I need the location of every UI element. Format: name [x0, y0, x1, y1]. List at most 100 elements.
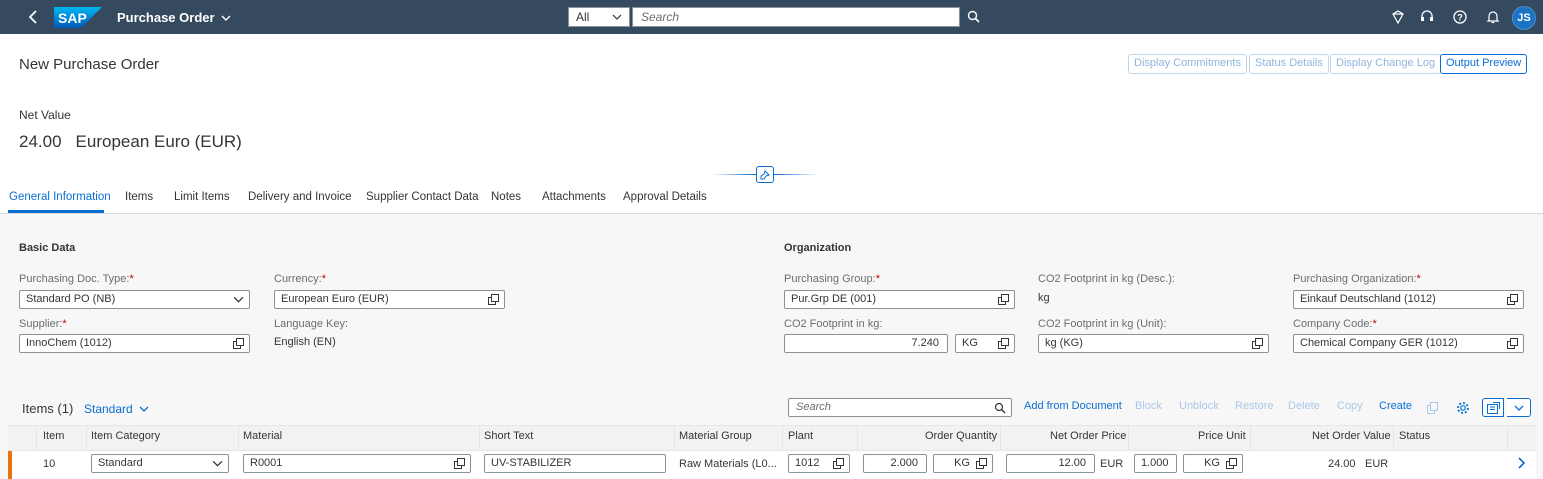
tab-items[interactable]: Items [125, 191, 153, 203]
cell-net-order-value-currency: EUR [1365, 458, 1389, 470]
chevron-down-icon [233, 296, 244, 303]
cell-net-order-price-currency: EUR [1100, 458, 1124, 470]
col-header-short-text[interactable]: Short Text [484, 430, 533, 442]
col-header-net-order-price[interactable]: Net Order Price [1050, 430, 1126, 442]
tab-general-information[interactable]: General Information [9, 191, 111, 203]
variant-value: Standard [84, 402, 133, 416]
tab-attachments[interactable]: Attachments [542, 191, 606, 203]
export-icon [1486, 401, 1500, 414]
organization-title: Organization [784, 242, 852, 254]
chevron-down-icon [221, 15, 231, 21]
col-header-material-group[interactable]: Material Group [679, 430, 752, 442]
purchasing-group-field[interactable]: Pur.Grp DE (001) [784, 290, 1015, 309]
doc-type-label: Purchasing Doc. Type:* [19, 273, 134, 285]
value-help-icon[interactable] [1507, 338, 1518, 349]
language-key-value: English (EN) [274, 336, 336, 348]
value-help-icon[interactable] [833, 458, 844, 469]
cell-plant-field[interactable]: 1012 [788, 454, 850, 473]
value-help-icon[interactable] [998, 294, 1009, 305]
value-help-icon[interactable] [233, 338, 244, 349]
help-icon[interactable]: ? [1452, 9, 1468, 25]
settings-gear-icon[interactable] [1452, 398, 1474, 417]
tab-supplier-contact-data[interactable]: Supplier Contact Data [366, 191, 479, 203]
cell-order-quantity-field[interactable]: 2.000 [863, 454, 927, 473]
output-preview-button[interactable]: Output Preview [1440, 54, 1528, 74]
col-header-order-quantity[interactable]: Order Quantity [925, 430, 997, 442]
sap-logo[interactable]: SAP [54, 7, 102, 28]
net-value-label: Net Value [19, 108, 71, 122]
col-header-status[interactable]: Status [1399, 430, 1430, 442]
display-commitments-button[interactable]: Display Commitments [1128, 54, 1247, 74]
purchasing-org-field[interactable]: Einkauf Deutschland (1012) [1293, 290, 1524, 309]
col-header-item-category[interactable]: Item Category [91, 430, 160, 442]
cell-short-text-field[interactable]: UV-STABILIZER [484, 454, 666, 473]
language-key-label: Language Key: [274, 318, 349, 330]
export-menu-button[interactable] [1507, 398, 1531, 417]
col-header-net-order-value[interactable]: Net Order Value [1312, 430, 1391, 442]
svg-text:SAP: SAP [58, 10, 87, 26]
joule-diamond-icon[interactable] [1390, 9, 1406, 25]
status-details-button[interactable]: Status Details [1249, 54, 1329, 74]
value-help-icon[interactable] [1226, 458, 1237, 469]
copy-button[interactable]: Copy [1337, 400, 1363, 412]
block-button[interactable]: Block [1135, 400, 1162, 412]
tab-limit-items[interactable]: Limit Items [174, 191, 230, 203]
unblock-button[interactable]: Unblock [1179, 400, 1219, 412]
search-icon[interactable] [994, 402, 1006, 414]
cell-item-category-select[interactable]: Standard [91, 454, 229, 473]
row-navigation-chevron-icon[interactable] [1514, 456, 1528, 470]
back-icon[interactable] [24, 8, 42, 26]
value-help-icon[interactable] [1507, 294, 1518, 305]
display-change-log-button[interactable]: Display Change Log [1330, 54, 1442, 74]
export-button[interactable] [1482, 398, 1504, 417]
variant-select[interactable]: Standard [84, 402, 149, 416]
delete-button[interactable]: Delete [1288, 400, 1320, 412]
cell-net-order-price-field[interactable]: 12.00 [1006, 454, 1095, 473]
search-scope-select[interactable]: All [568, 7, 630, 27]
value-help-icon[interactable] [976, 458, 987, 469]
shell-bar: SAP Purchase Order All Search ? JS [0, 0, 1543, 34]
co2-desc-value: kg [1038, 292, 1050, 304]
support-icon[interactable] [1419, 9, 1435, 25]
pin-header-button[interactable] [756, 166, 774, 183]
basic-data-title: Basic Data [19, 242, 76, 254]
col-header-price-unit[interactable]: Price Unit [1198, 430, 1246, 442]
co2-footprint-label: CO2 Footprint in kg: [784, 318, 883, 330]
net-value-amount: 24.00 [19, 132, 62, 151]
col-header-material[interactable]: Material [243, 430, 282, 442]
cell-material-field[interactable]: R0001 [243, 454, 471, 473]
tab-notes[interactable]: Notes [491, 191, 521, 203]
currency-field[interactable]: European Euro (EUR) [274, 290, 505, 309]
search-icon[interactable] [966, 9, 982, 25]
items-search-input[interactable]: Search [788, 398, 1012, 417]
doc-type-select[interactable]: Standard PO (NB) [19, 290, 250, 309]
co2-unit-desc-field[interactable]: kg (KG) [1038, 334, 1269, 353]
tab-approval-details[interactable]: Approval Details [623, 191, 707, 203]
create-button[interactable]: Create [1379, 400, 1412, 412]
co2-unit-field[interactable]: KG [955, 334, 1015, 353]
global-search-input[interactable]: Search [632, 7, 960, 27]
add-from-document-button[interactable]: Add from Document [1024, 400, 1122, 412]
chevron-down-icon [212, 460, 223, 467]
currency-label: Currency:* [274, 273, 326, 285]
copy-icon[interactable] [1422, 398, 1444, 417]
value-help-icon[interactable] [488, 294, 499, 305]
app-title-menu[interactable]: Purchase Order [117, 10, 231, 25]
col-header-item[interactable]: Item [43, 430, 64, 442]
cell-price-unit-uom-field[interactable]: KG [1183, 454, 1243, 473]
col-header-plant[interactable]: Plant [788, 430, 813, 442]
notifications-bell-icon[interactable] [1485, 9, 1501, 25]
value-help-icon[interactable] [1252, 338, 1263, 349]
cell-order-unit-field[interactable]: KG [933, 454, 993, 473]
user-avatar[interactable]: JS [1512, 6, 1536, 30]
company-code-field[interactable]: Chemical Company GER (1012) [1293, 334, 1524, 353]
value-help-icon[interactable] [998, 338, 1009, 349]
tab-delivery-and-invoice[interactable]: Delivery and Invoice [248, 191, 352, 203]
restore-button[interactable]: Restore [1235, 400, 1274, 412]
value-help-icon[interactable] [454, 458, 465, 469]
supplier-field[interactable]: InnoChem (1012) [19, 334, 250, 353]
cell-price-unit-field[interactable]: 1.000 [1134, 454, 1177, 473]
supplier-label: Supplier:* [19, 318, 67, 330]
co2-footprint-field[interactable]: 7.240 [784, 334, 948, 353]
chevron-down-icon [612, 14, 622, 20]
